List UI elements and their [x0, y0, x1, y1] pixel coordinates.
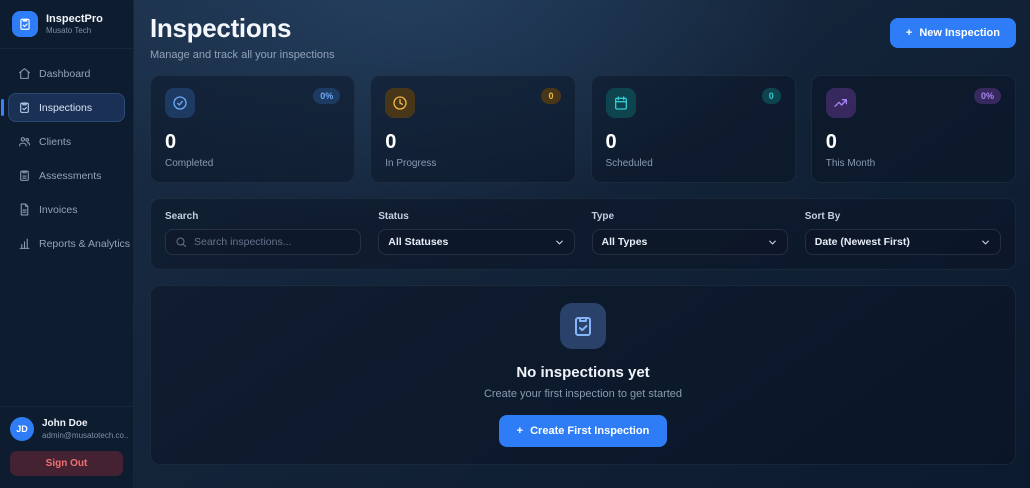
user-name: John Doe — [42, 418, 88, 430]
stat-label: Scheduled — [605, 158, 653, 169]
brand: InspectPro Musato Tech — [0, 0, 133, 49]
chevron-down-icon — [767, 237, 778, 248]
stat-badge: 0% — [313, 88, 341, 104]
type-select[interactable]: All Types — [591, 229, 788, 255]
sidebar-item-label: Clients — [39, 135, 72, 148]
sort-select[interactable]: Date (Newest First) — [804, 229, 1001, 255]
brand-name: InspectPro — [46, 12, 103, 25]
sidebar-item-invoices[interactable]: Invoices — [8, 195, 125, 224]
sidebar-item-label: Dashboard — [39, 67, 91, 80]
sort-label: Sort By — [804, 211, 841, 222]
stat-value: 0 — [165, 131, 177, 153]
sidebar-item-assessments[interactable]: Assessments — [8, 161, 125, 190]
sidebar-item-reports-analytics[interactable]: Reports & Analytics — [8, 229, 130, 258]
search-field-group: Search — [165, 211, 362, 255]
stat-label: This Month — [825, 158, 876, 169]
trending-up-icon — [825, 88, 856, 118]
type-value: All Types — [601, 236, 648, 248]
users-icon — [18, 135, 31, 148]
new-inspection-button[interactable]: + New Inspection — [889, 18, 1016, 48]
sign-out-button[interactable]: Sign Out — [10, 451, 123, 476]
create-first-inspection-button[interactable]: + Create First Inspection — [498, 415, 668, 447]
sidebar-item-clients[interactable]: Clients — [8, 127, 125, 156]
create-first-inspection-label: Create First Inspection — [530, 425, 650, 437]
stat-badge: 0% — [973, 88, 1001, 104]
user-info: JD John Doe admin@musatotech.co... — [10, 417, 128, 441]
sort-value: Date (Newest First) — [814, 236, 910, 248]
home-icon — [18, 67, 31, 80]
file-text-icon — [18, 203, 31, 216]
sort-field-group: Sort By Date (Newest First) — [804, 211, 1001, 255]
status-value: All Statuses — [388, 236, 449, 248]
stat-card-in-progress: 0 0 In Progress — [370, 75, 576, 183]
stat-value: 0 — [825, 131, 837, 153]
sidebar-item-inspections[interactable]: Inspections — [1, 93, 125, 122]
clock-icon — [385, 88, 416, 118]
calendar-icon — [605, 88, 636, 118]
chevron-down-icon — [980, 237, 991, 248]
clipboard-icon — [18, 101, 31, 114]
chevron-down-icon — [554, 237, 565, 248]
empty-state-subtitle: Create your first inspection to get star… — [483, 388, 683, 400]
sidebar-item-label: Inspections — [39, 101, 93, 114]
clipboard-check-icon — [20, 18, 30, 30]
type-label: Type — [591, 211, 615, 222]
empty-state: No inspections yet Create your first ins… — [150, 285, 1016, 465]
empty-state-title: No inspections yet — [516, 364, 650, 381]
stat-label: Completed — [165, 158, 214, 169]
user-email: admin@musatotech.co... — [42, 430, 128, 440]
filter-bar: Search Status All Statuses Type All Type… — [150, 198, 1016, 270]
sidebar: InspectPro Musato Tech Dashboard Inspect… — [0, 0, 134, 488]
clipboard-list-icon — [18, 169, 31, 182]
sidebar-item-dashboard[interactable]: Dashboard — [8, 59, 125, 88]
status-field-group: Status All Statuses — [378, 211, 575, 255]
sidebar-item-label: Invoices — [39, 203, 78, 216]
stat-badge: 0 — [541, 88, 561, 104]
page-header: Inspections Manage and track all your in… — [150, 13, 1016, 61]
avatar: JD — [10, 417, 34, 441]
page-title: Inspections — [150, 13, 292, 43]
plus-icon: + — [905, 27, 913, 39]
stat-value: 0 — [605, 131, 617, 153]
stat-card-this-month: 0% 0 This Month — [810, 75, 1016, 183]
search-input[interactable] — [194, 236, 352, 248]
sidebar-item-label: Assessments — [39, 169, 102, 182]
stat-card-scheduled: 0 0 Scheduled — [590, 75, 796, 183]
bar-chart-icon — [18, 237, 31, 250]
search-box — [165, 229, 362, 255]
plus-icon: + — [516, 425, 524, 437]
page-subtitle: Manage and track all your inspections — [150, 49, 335, 61]
new-inspection-label: New Inspection — [919, 27, 1000, 39]
stat-label: In Progress — [385, 158, 437, 169]
app-logo — [12, 11, 38, 37]
stat-card-completed: 0% 0 Completed — [150, 75, 356, 183]
sidebar-nav: Dashboard Inspections Clients Assessment… — [0, 49, 133, 268]
main-content: Inspections Manage and track all your in… — [134, 0, 1030, 488]
user-section: JD John Doe admin@musatotech.co... Sign … — [0, 406, 133, 488]
stat-badge: 0 — [761, 88, 781, 104]
status-label: Status — [378, 211, 409, 222]
check-circle-icon — [165, 88, 195, 118]
brand-company: Musato Tech — [46, 26, 92, 36]
type-field-group: Type All Types — [591, 211, 788, 255]
clipboard-check-icon — [560, 303, 606, 349]
status-select[interactable]: All Statuses — [378, 229, 575, 255]
search-icon — [175, 236, 187, 248]
stats-grid: 0% 0 Completed 0 0 In Progress 0 0 Sched… — [150, 75, 1016, 183]
sidebar-item-label: Reports & Analytics — [39, 237, 131, 250]
search-label: Search — [165, 211, 199, 222]
stat-value: 0 — [385, 131, 397, 153]
